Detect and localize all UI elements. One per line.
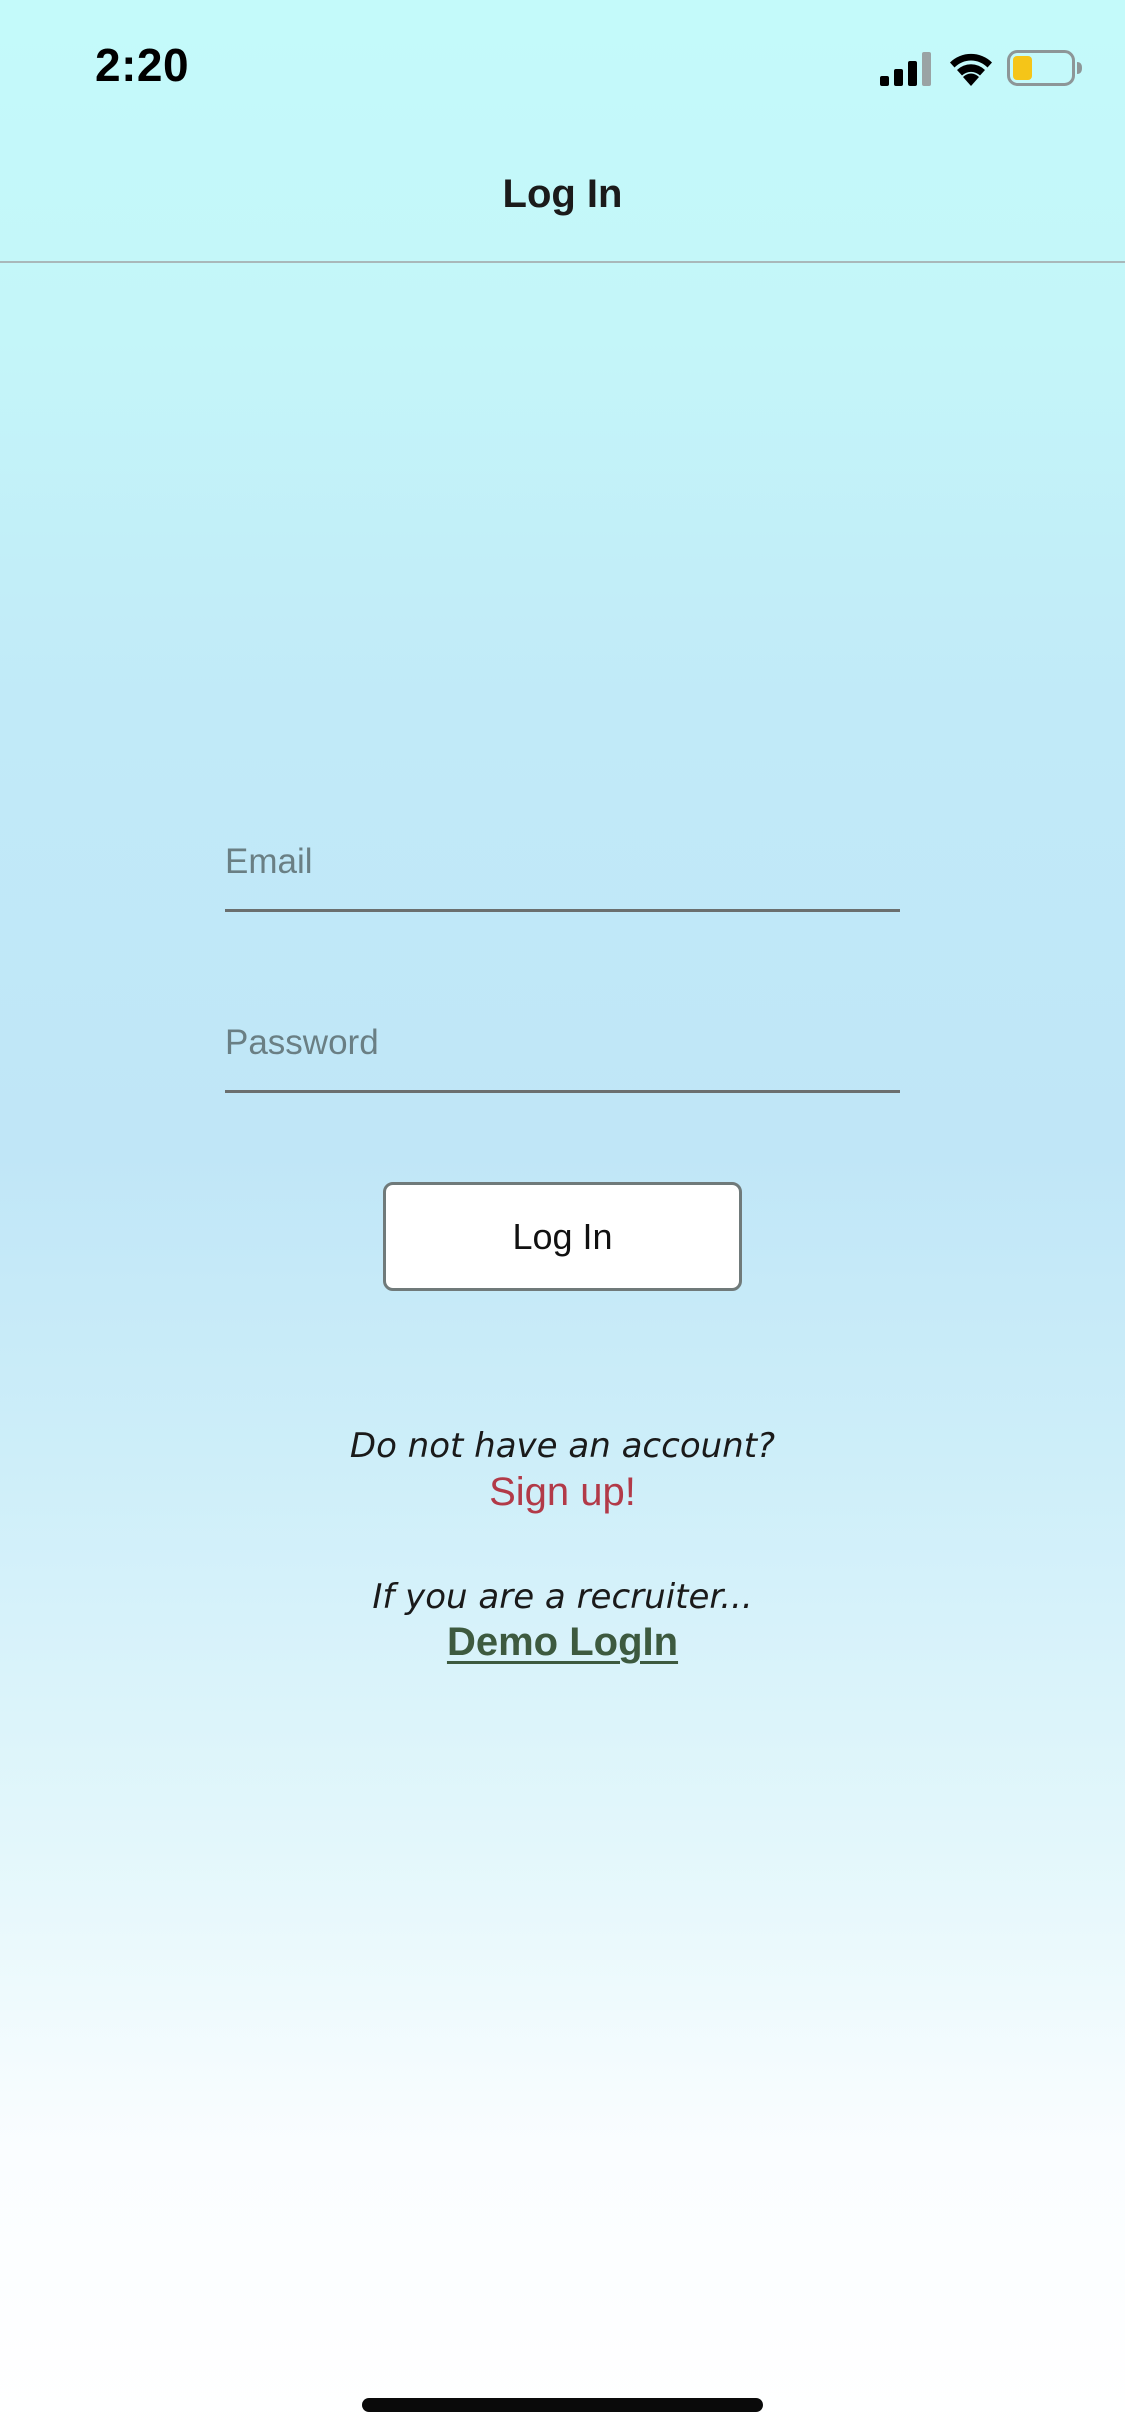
page-title: Log In [502, 172, 623, 216]
recruiter-prompt: If you are a recruiter... [372, 1577, 753, 1617]
home-indicator[interactable] [362, 2398, 763, 2412]
login-screen: 2:20 Log In Log In Do not have an accoun… [0, 0, 1125, 2436]
login-button[interactable]: Log In [383, 1182, 742, 1291]
status-time: 2:20 [95, 39, 190, 91]
wifi-icon [950, 53, 992, 86]
cellular-signal-icon [880, 52, 931, 86]
password-input[interactable] [225, 1003, 900, 1083]
email-field[interactable] [225, 822, 900, 912]
status-bar: 2:20 [0, 0, 1125, 132]
demo-login-link[interactable]: Demo LogIn [447, 1620, 678, 1665]
navigation-bar: Log In [0, 132, 1125, 263]
email-input[interactable] [225, 822, 900, 902]
signup-link[interactable]: Sign up! [489, 1470, 636, 1515]
password-field[interactable] [225, 1003, 900, 1093]
battery-icon [1007, 50, 1082, 86]
signup-prompt: Do not have an account? [349, 1426, 776, 1466]
